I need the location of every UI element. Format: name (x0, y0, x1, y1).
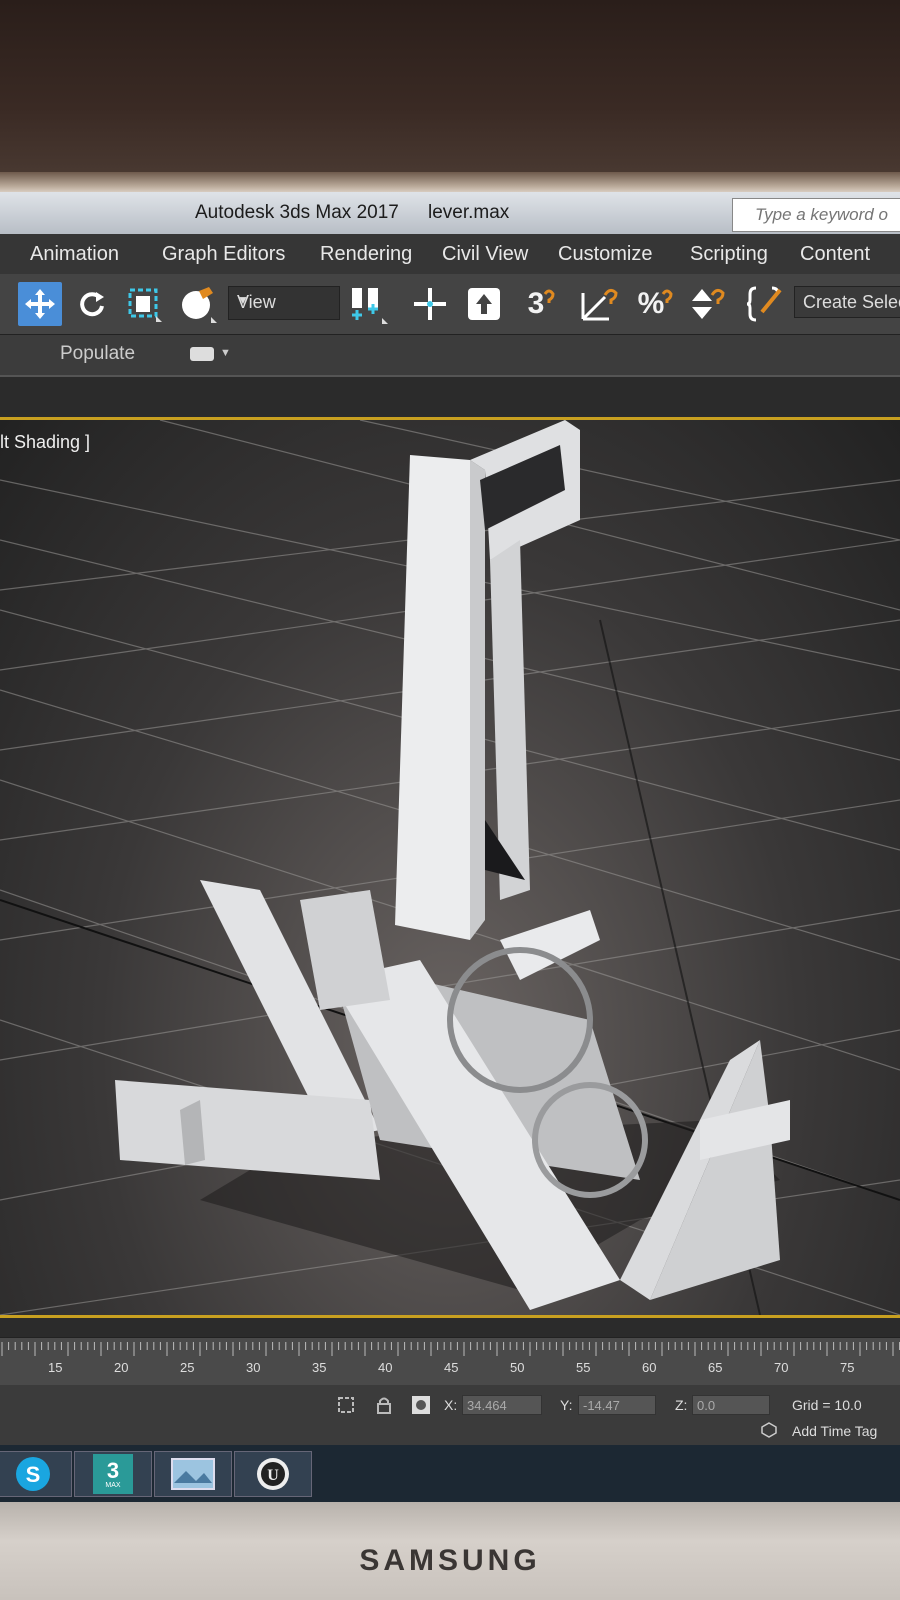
pivot-center-button[interactable] (346, 282, 390, 326)
ribbon-bar: Populate ▼ (0, 335, 900, 377)
taskbar-unreal-button[interactable]: U (234, 1451, 312, 1497)
keyword-search-box[interactable] (732, 198, 900, 232)
ribbon-toggle-icon[interactable] (190, 347, 214, 361)
edit-named-selection-button[interactable] (744, 282, 788, 326)
x-coord-label: X: (444, 1397, 458, 1413)
timeline-label: 35 (312, 1360, 327, 1375)
absolute-mode-icon[interactable] (410, 1394, 432, 1416)
angle-snap-button[interactable] (578, 282, 622, 326)
select-and-manipulate-button[interactable] (408, 282, 452, 326)
timeline-label: 70 (774, 1360, 789, 1375)
y-coord-label: Y: (560, 1397, 573, 1413)
time-slider-track[interactable]: 15 20 25 30 35 40 45 50 55 60 65 70 75 (0, 1337, 900, 1386)
timeline-label: 60 (642, 1360, 657, 1375)
timeline-label: 45 (444, 1360, 459, 1375)
scale-icon (128, 288, 162, 322)
select-and-place-button[interactable] (176, 282, 220, 326)
spinner-snap-button[interactable] (686, 282, 730, 326)
named-selection-icon (746, 286, 782, 322)
menu-rendering[interactable]: Rendering (320, 243, 412, 266)
timeline-label: 65 (708, 1360, 723, 1375)
upload-arrow-icon (468, 288, 500, 320)
windows-taskbar: S 3 MAX U (0, 1445, 900, 1502)
timeline-label: 25 (180, 1360, 195, 1375)
3dsmax-icon-caption: MAX (105, 1481, 121, 1489)
keyword-search-input[interactable] (753, 203, 900, 227)
3dsmax-icon-number: 3 (106, 1457, 120, 1483)
lock-icon[interactable] (374, 1395, 394, 1415)
x-coord-field[interactable]: 34.464 (462, 1395, 542, 1415)
grid-size-label: Grid = 10.0 (792, 1397, 862, 1413)
percent-snap-button[interactable]: % (634, 282, 678, 326)
rotate-icon (80, 292, 104, 317)
time-tag-icon[interactable] (760, 1421, 778, 1439)
svg-text:S: S (26, 1462, 41, 1487)
file-name: lever.max (428, 202, 510, 223)
selection-lock-box-icon[interactable] (336, 1395, 356, 1415)
timeline-label: 20 (114, 1360, 129, 1375)
app-title: Autodesk 3ds Max 2017 (195, 202, 399, 223)
select-and-rotate-button[interactable] (70, 282, 114, 326)
z-coord-label: Z: (675, 1397, 688, 1413)
monitor-bezel-bottom: SAMSUNG (0, 1502, 900, 1600)
menu-scripting[interactable]: Scripting (690, 243, 768, 266)
create-selection-set-field[interactable]: Create Selec (794, 286, 900, 318)
ribbon-dropdown-icon[interactable]: ▼ (220, 347, 231, 359)
angle-snap-icon (581, 288, 618, 321)
timeline-label: 55 (576, 1360, 591, 1375)
add-time-tag-button[interactable]: Add Time Tag (792, 1423, 877, 1439)
menu-civil-view[interactable]: Civil View (442, 243, 528, 266)
taskbar-3dsmax-button[interactable]: 3 MAX (74, 1451, 152, 1497)
title-bar: Autodesk 3ds Max 2017 lever.max ▶ (0, 192, 900, 234)
select-and-scale-button[interactable] (122, 282, 166, 326)
z-coord-field[interactable]: 0.0 (692, 1395, 770, 1415)
timeline-label: 50 (510, 1360, 525, 1375)
percent-snap-magnet-icon (662, 289, 673, 303)
pivot-icon (352, 288, 388, 324)
timeline-label: 75 (840, 1360, 855, 1375)
keyboard-shortcut-override-button[interactable] (462, 282, 506, 326)
taskbar-skype-button[interactable]: S (0, 1451, 72, 1497)
skype-icon: S (16, 1457, 50, 1491)
monitor-brand-logo: SAMSUNG (359, 1544, 541, 1577)
menu-content[interactable]: Content (800, 243, 870, 266)
svg-text:U: U (267, 1467, 279, 1484)
lever-model (115, 420, 790, 1310)
menu-customize[interactable]: Customize (558, 243, 652, 266)
move-icon (25, 289, 55, 319)
chevron-down-icon: ▼ (237, 293, 249, 307)
photo-viewer-icon (171, 1458, 215, 1490)
status-bar: X: 34.464 Y: -14.47 Z: 0.0 Grid = 10.0 A… (0, 1385, 900, 1445)
monitor-bezel-top (0, 172, 900, 192)
spinner-snap-icon (692, 288, 725, 319)
viewport-scene (0, 420, 900, 1315)
snaps-toggle-button[interactable]: 3 (520, 282, 564, 326)
timeline-label: 15 (48, 1360, 63, 1375)
y-coord-field[interactable]: -14.47 (578, 1395, 656, 1415)
menu-graph-editors[interactable]: Graph Editors (162, 243, 285, 266)
unreal-engine-icon: U (257, 1458, 289, 1490)
timeline-ticks (1, 1342, 900, 1356)
ribbon-tab-populate[interactable]: Populate (60, 343, 135, 365)
place-icon (182, 287, 217, 323)
snap-magnet-icon (544, 289, 555, 303)
select-and-move-button[interactable] (18, 282, 62, 326)
3dsmax-icon: 3 MAX (93, 1454, 133, 1494)
monitor-screen: Autodesk 3ds Max 2017 lever.max ▶ Animat… (0, 192, 900, 1502)
menu-bar: Animation Graph Editors Rendering Civil … (0, 234, 900, 274)
perspective-viewport[interactable]: lt Shading ] (0, 417, 900, 1318)
taskbar-photo-viewer-button[interactable] (154, 1451, 232, 1497)
timeline-label: 30 (246, 1360, 261, 1375)
timeline-label: 40 (378, 1360, 393, 1375)
main-toolbar: View ▼ 3 % Create Selec (0, 274, 900, 335)
menu-animation[interactable]: Animation (30, 243, 119, 266)
background-wall (0, 0, 900, 180)
reference-coordinate-dropdown[interactable]: View ▼ (228, 286, 340, 320)
manipulate-icon (414, 288, 446, 320)
